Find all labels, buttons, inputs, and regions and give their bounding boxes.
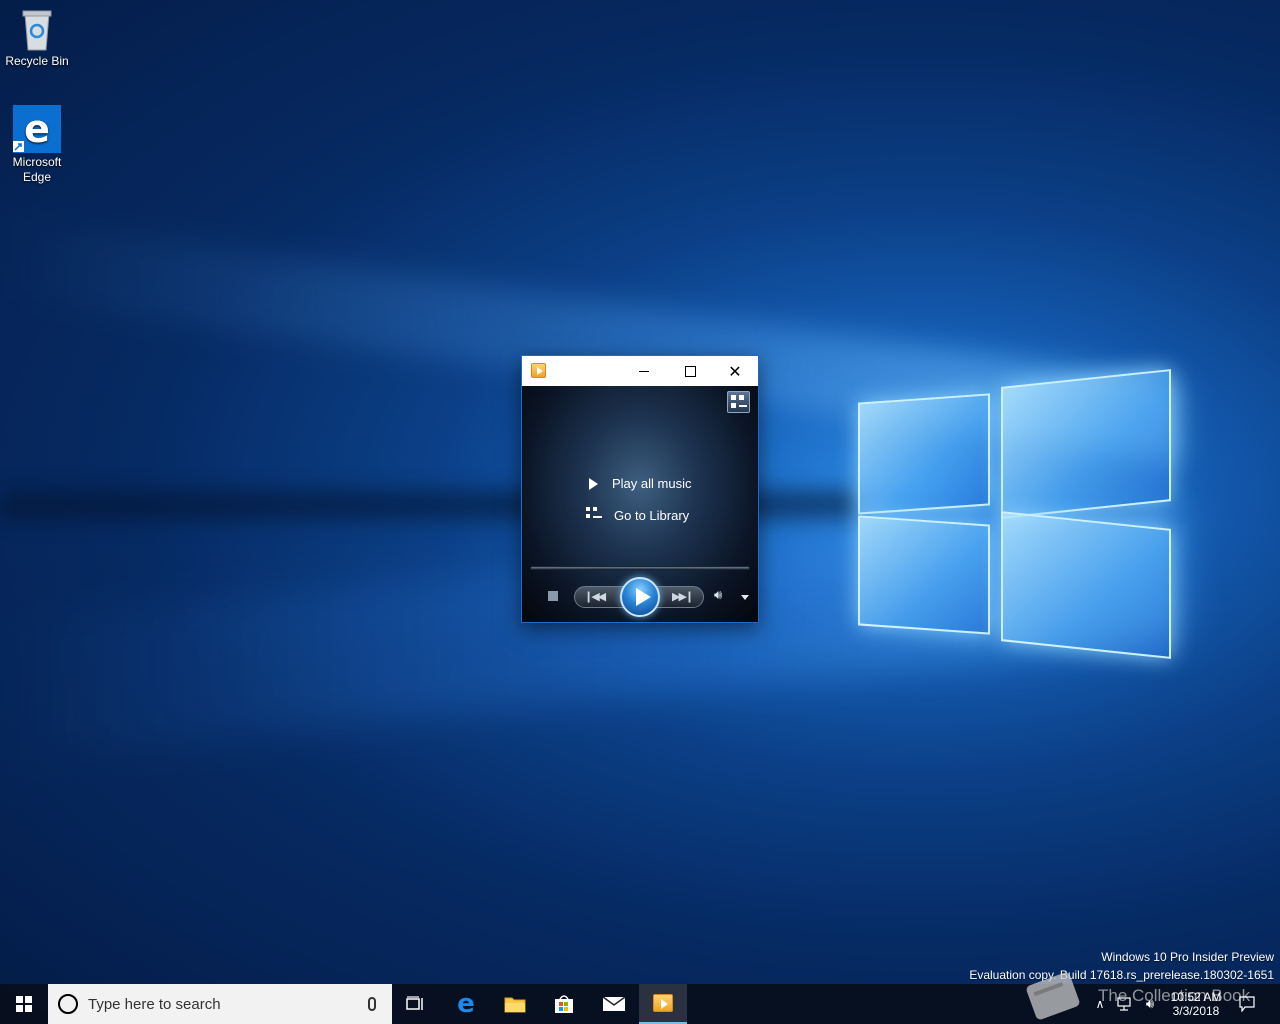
taskbar-file-explorer-button[interactable]	[491, 984, 539, 1024]
taskbar-edge-button[interactable]: e	[442, 984, 490, 1024]
edge-icon: e	[13, 105, 61, 153]
play-icon	[586, 477, 602, 491]
volume-dropdown-arrow[interactable]	[741, 595, 749, 600]
folder-icon	[504, 997, 526, 1013]
task-view-button[interactable]	[392, 984, 440, 1024]
search-box[interactable]: Type here to search	[48, 984, 392, 1024]
collection-book-text: The Collection Book	[1098, 986, 1251, 1005]
store-icon	[555, 995, 573, 1013]
now-playing-area: Play all music Go to Library ❙◀◀ ▶▶❙ 🔊︎	[522, 386, 758, 622]
media-player-window[interactable]: ✕ Play all music Go to Library ❙◀◀ ▶▶❙ 🔊…	[521, 355, 759, 623]
seek-bar[interactable]	[530, 566, 750, 570]
desktop-icon-recycle-bin[interactable]: Recycle Bin	[0, 8, 74, 69]
mail-icon	[602, 996, 626, 1011]
book-icon	[1025, 971, 1081, 1021]
svg-text:e: e	[24, 107, 50, 151]
desktop-icon-microsoft-edge[interactable]: e Microsoft Edge	[0, 105, 74, 185]
media-player-app-icon	[531, 363, 546, 378]
taskbar-mail-button[interactable]	[590, 984, 638, 1024]
build-watermark-line1: Windows 10 Pro Insider Preview	[1101, 950, 1274, 964]
go-to-library-label: Go to Library	[614, 507, 690, 523]
window-titlebar[interactable]: ✕	[522, 356, 758, 386]
media-player-icon	[653, 994, 673, 1012]
recycle-bin-icon	[19, 8, 55, 52]
playback-controls: ❙◀◀ ▶▶❙ 🔊︎	[522, 576, 758, 620]
previous-button[interactable]: ❙◀◀	[584, 590, 606, 603]
stop-button[interactable]	[548, 591, 558, 601]
close-button[interactable]: ✕	[712, 356, 758, 386]
taskbar-media-player-button[interactable]	[639, 984, 687, 1024]
play-button[interactable]	[620, 577, 660, 617]
taskbar-store-button[interactable]	[540, 984, 588, 1024]
library-icon	[586, 507, 604, 523]
maximize-button[interactable]	[667, 356, 713, 386]
go-to-library-link[interactable]: Go to Library	[586, 507, 689, 523]
desktop-icon-label: Microsoft Edge	[12, 155, 62, 184]
windows-start-icon	[16, 996, 32, 1012]
play-all-music-label: Play all music	[612, 476, 692, 491]
collection-book-watermark: The Collection Book	[1025, 971, 1251, 1021]
cortana-icon	[58, 994, 78, 1014]
search-placeholder: Type here to search	[88, 995, 221, 1013]
next-button[interactable]: ▶▶❙	[672, 590, 694, 603]
task-view-icon	[406, 996, 423, 1010]
play-all-music-link[interactable]: Play all music	[586, 476, 691, 491]
volume-icon[interactable]: 🔊︎	[714, 588, 722, 603]
switch-to-library-button[interactable]	[727, 391, 750, 413]
start-button[interactable]	[0, 984, 48, 1024]
desktop-icon-label: Recycle Bin	[5, 54, 69, 68]
minimize-button[interactable]	[621, 356, 667, 386]
edge-icon: e	[457, 989, 475, 1019]
microphone-icon[interactable]	[368, 997, 376, 1011]
